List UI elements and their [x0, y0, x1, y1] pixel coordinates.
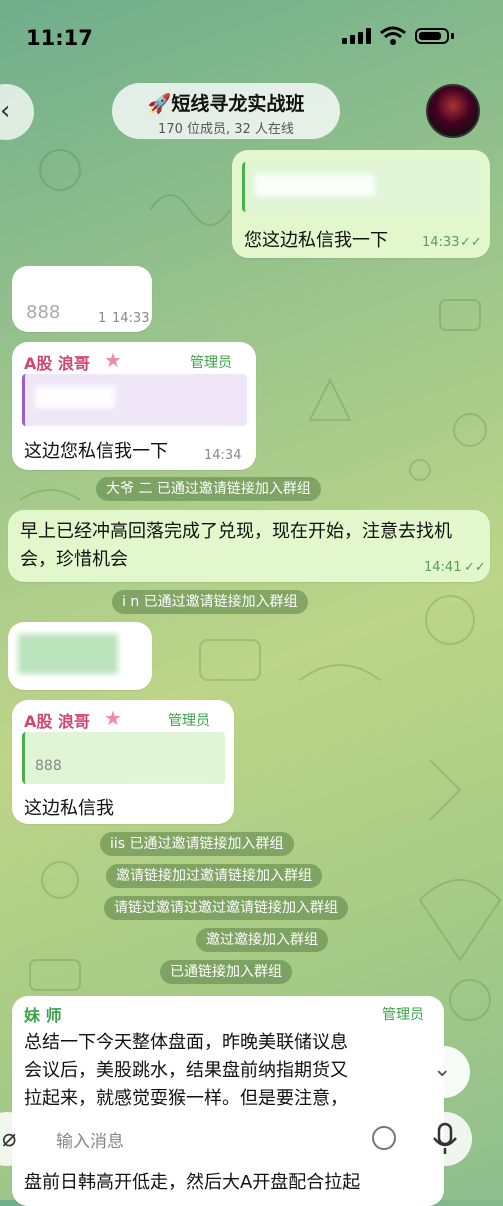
- chevron-down-icon: ⌄: [433, 1057, 452, 1082]
- system-notice: iis 已通过邀请链接加入群组: [100, 832, 294, 856]
- paperclip-icon: ⌀: [2, 1124, 17, 1152]
- redacted-area: [35, 386, 115, 408]
- microphone-button[interactable]: [418, 1112, 472, 1166]
- message-text: 888: [26, 302, 61, 323]
- message-time: 14:33: [422, 235, 460, 250]
- back-chevron-icon: ‹: [0, 96, 11, 126]
- message-text: 这边您私信我一下: [24, 441, 168, 462]
- message-time: 14:41: [424, 560, 462, 575]
- message-line: 总结一下今天整体盘面，昨晚美联储议息: [24, 1032, 348, 1053]
- star-icon: ★: [104, 348, 122, 372]
- message-time: 14:34: [204, 448, 242, 463]
- system-notice: i n 已通过邀请链接加入群组: [112, 590, 308, 614]
- system-notice: 已通链接加入群组: [160, 960, 292, 984]
- read-receipt-icon: ✓✓: [460, 235, 482, 250]
- wifi-icon: [380, 26, 406, 45]
- reply-preview[interactable]: [22, 374, 247, 426]
- admin-badge: 管理员: [382, 1007, 424, 1023]
- redacted-area: [20, 272, 80, 290]
- sticker-icon[interactable]: [372, 1126, 396, 1150]
- chat-subtitle: 170 位成员, 32 人在线: [158, 122, 294, 137]
- message-text: 早上已经冲高回落完成了兑现，现在开始，注意去找机会，珍惜机会: [20, 521, 452, 570]
- status-bar: 11:17: [0, 0, 503, 70]
- system-notice: 请链过邀请过邀过邀请链接加入群组: [104, 896, 348, 920]
- message-line: 会议后，美股跳水，结果盘前纳指期货又: [24, 1060, 348, 1081]
- system-notice: 大爷 二 已通过邀请链接加入群组: [96, 477, 321, 501]
- reply-text: 888: [35, 758, 62, 774]
- battery-tip: [451, 33, 454, 39]
- message-bubble-incoming[interactable]: 888 1 14:33: [12, 266, 152, 332]
- reply-preview[interactable]: [242, 162, 481, 212]
- message-time: 14:33: [112, 311, 150, 326]
- group-avatar[interactable]: [426, 84, 480, 138]
- star-icon: ★: [104, 706, 122, 730]
- redacted-area: [122, 786, 212, 820]
- message-text: 您这边私信我一下: [244, 230, 388, 251]
- message-line: 拉起来，就感觉耍猴一样。但是要注意，: [24, 1088, 348, 1109]
- views-count: 1: [98, 311, 107, 326]
- read-receipt-icon: ✓✓: [464, 560, 486, 575]
- message-bubble-incoming[interactable]: [8, 622, 152, 690]
- message-bubble-outgoing[interactable]: 早上已经冲高回落完成了兑现，现在开始，注意去找机会，珍惜机会 14:41 ✓✓: [8, 510, 490, 582]
- reply-preview[interactable]: 888: [22, 732, 225, 784]
- message-line: 盘前日韩高开低走，然后大A开盘配合拉起: [24, 1172, 361, 1193]
- cellular-signal-icon: [342, 28, 371, 44]
- message-input[interactable]: 输入消息: [42, 1114, 410, 1164]
- message-input-placeholder: 输入消息: [56, 1132, 124, 1152]
- message-text: 这边私信我: [24, 798, 114, 819]
- admin-badge: 管理员: [168, 713, 210, 729]
- message-bubble-incoming[interactable]: A股 浪哥 ★ 管理员 888 这边私信我: [12, 700, 234, 824]
- sender-name[interactable]: 妹 师: [24, 1002, 62, 1026]
- battery-icon: [415, 28, 449, 44]
- sender-name[interactable]: A股 浪哥: [24, 708, 90, 732]
- system-notice: 邀过邀接加入群组: [196, 928, 328, 952]
- status-time: 11:17: [26, 26, 93, 50]
- scroll-to-bottom-button[interactable]: ⌄: [418, 1046, 470, 1098]
- message-bubble-incoming[interactable]: A股 浪哥 ★ 管理员 这边您私信我一下 14:34: [12, 342, 256, 470]
- message-bubble-incoming[interactable]: 妹 师 管理员 总结一下今天整体盘面，昨晚美联储议息 会议后，美股跳水，结果盘前…: [12, 996, 444, 1206]
- redacted-area: [255, 174, 375, 196]
- redacted-area: [18, 634, 118, 674]
- message-bubble-outgoing[interactable]: 您这边私信我一下 14:33 ✓✓: [232, 150, 490, 258]
- chat-title: 🚀短线寻龙实战班: [147, 93, 305, 115]
- system-notice: 邀请链接加过邀请链接加入群组: [106, 864, 322, 888]
- admin-badge: 管理员: [190, 355, 232, 371]
- microphone-icon: [433, 1122, 457, 1154]
- sender-name[interactable]: A股 浪哥: [24, 350, 90, 374]
- chat-title-pill[interactable]: 🚀短线寻龙实战班 170 位成员, 32 人在线: [112, 83, 340, 139]
